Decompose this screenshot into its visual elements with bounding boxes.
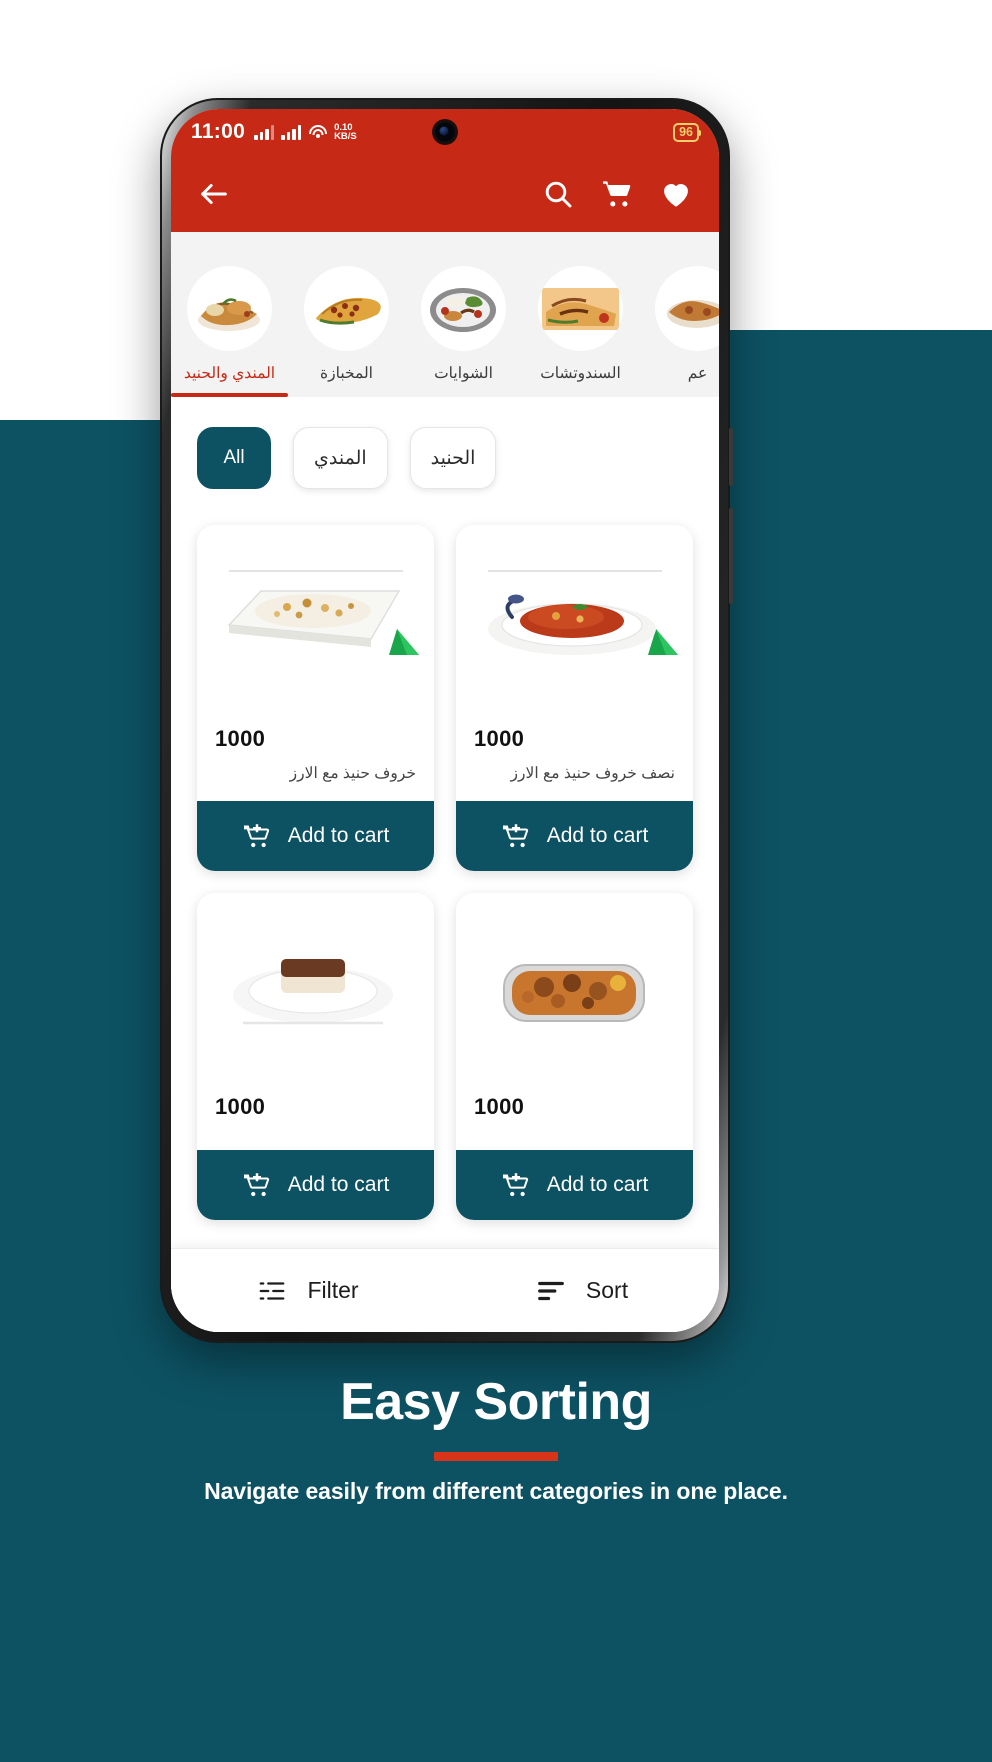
signal-sim2-icon (281, 124, 302, 140)
favorites-heart-icon[interactable] (659, 177, 693, 211)
product-card-body: 1000 نصف خروف حنيذ مع الارز (456, 710, 693, 801)
product-price: 1000 (474, 1094, 525, 1119)
product-card[interactable]: 1000 Add to cart (197, 893, 434, 1220)
product-name: نصف خروف حنيذ مع الارز (510, 765, 675, 782)
product-card[interactable]: 1000 خروف حنيذ مع الارز Add to cart (197, 525, 434, 871)
category-item-3[interactable]: السندوتشات (522, 266, 639, 397)
chip-haneeth[interactable]: الحنيد (409, 427, 497, 489)
cart-plus-icon (502, 824, 528, 848)
category-image-grills (421, 266, 506, 351)
phone-power-button (729, 508, 733, 604)
category-item-4[interactable]: عم (639, 266, 719, 397)
cart-plus-icon (243, 1173, 269, 1197)
product-price: 1000 (474, 726, 525, 751)
sort-button[interactable]: Sort (445, 1276, 719, 1306)
phone-volume-button (729, 428, 733, 486)
category-image-sandwiches (538, 266, 623, 351)
filter-icon (260, 1281, 285, 1300)
product-image-rice-platter (197, 525, 434, 710)
add-to-cart-label: Add to cart (287, 824, 390, 847)
filter-label: Filter (307, 1277, 359, 1303)
category-label: المندي والحنيد (183, 365, 276, 382)
add-to-cart-button[interactable]: Add to cart (456, 801, 693, 871)
product-card[interactable]: 1000 نصف خروف حنيذ مع الارز Add to cart (456, 525, 693, 871)
product-image-stew (456, 893, 693, 1078)
product-card[interactable]: 1000 Add to cart (456, 893, 693, 1220)
sort-label: Sort (585, 1277, 629, 1303)
product-image-haneeth-plate (456, 525, 693, 710)
product-image-dessert (197, 893, 434, 1078)
front-camera-punch-hole (433, 120, 457, 144)
product-grid: 1000 خروف حنيذ مع الارز Add to cart 1000… (171, 489, 719, 1220)
filter-chip-row: All المندي الحنيد (171, 397, 719, 489)
category-image-partial (655, 266, 719, 351)
network-speed-unit: KB/S (334, 131, 357, 142)
add-to-cart-label: Add to cart (287, 1173, 390, 1196)
marketing-headline: Easy Sorting (340, 1373, 652, 1431)
phone-screen: 11:00 0.10 KB/S 96 المندي والحنيد المخبا… (171, 109, 719, 1332)
category-label: الشوايات (434, 365, 493, 382)
add-to-cart-button[interactable]: Add to cart (197, 1150, 434, 1220)
category-item-1[interactable]: المخبازة (288, 266, 405, 397)
product-card-body: 1000 (197, 1078, 434, 1150)
phone-mockup: 11:00 0.10 KB/S 96 المندي والحنيد المخبا… (160, 98, 733, 1343)
sort-icon (538, 1281, 564, 1300)
cart-plus-icon (502, 1173, 528, 1197)
signal-sim1-icon (254, 124, 275, 140)
battery-indicator: 96 (673, 122, 701, 142)
add-to-cart-button[interactable]: Add to cart (456, 1150, 693, 1220)
add-to-cart-label: Add to cart (546, 824, 649, 847)
category-strip[interactable]: المندي والحنيد المخبازة الشوايات السندوت… (171, 232, 719, 397)
cart-plus-icon (243, 824, 269, 848)
product-price: 1000 (215, 726, 266, 751)
category-item-0[interactable]: المندي والحنيد (171, 266, 288, 397)
category-image-bakery (304, 266, 389, 351)
search-icon[interactable] (542, 178, 574, 210)
network-speed: 0.10 KB/S (334, 122, 357, 142)
status-bar: 11:00 0.10 KB/S 96 (171, 109, 719, 155)
filter-button[interactable]: Filter (171, 1276, 445, 1306)
app-bar-actions (542, 177, 693, 211)
status-time: 11:00 (191, 120, 246, 143)
bottom-action-bar: Filter Sort (171, 1248, 719, 1332)
marketing-subline: Navigate easily from different categorie… (204, 1478, 788, 1504)
chip-mandi[interactable]: المندي (293, 427, 388, 489)
product-list-area: All المندي الحنيد 1000 خروف حنيذ مع الار… (171, 397, 719, 1332)
app-bar (171, 155, 719, 232)
category-label: السندوتشات (540, 365, 621, 382)
product-card-body: 1000 (456, 1078, 693, 1150)
add-to-cart-button[interactable]: Add to cart (197, 801, 434, 871)
product-name: خروف حنيذ مع الارز (289, 765, 416, 782)
category-image-mandi-haneeth (187, 266, 272, 351)
status-icons: 0.10 KB/S (254, 122, 357, 142)
category-label: المخبازة (319, 365, 373, 382)
category-label: عم (687, 365, 708, 382)
status-right: 96 (673, 122, 701, 142)
back-arrow-icon[interactable] (197, 177, 231, 211)
chip-all[interactable]: All (197, 427, 271, 489)
marketing-headline-underline (434, 1452, 558, 1461)
add-to-cart-label: Add to cart (546, 1173, 649, 1196)
cart-icon[interactable] (600, 177, 633, 210)
product-card-body: 1000 خروف حنيذ مع الارز (197, 710, 434, 801)
product-price: 1000 (215, 1094, 266, 1119)
category-item-2[interactable]: الشوايات (405, 266, 522, 397)
wifi-icon (308, 124, 327, 140)
